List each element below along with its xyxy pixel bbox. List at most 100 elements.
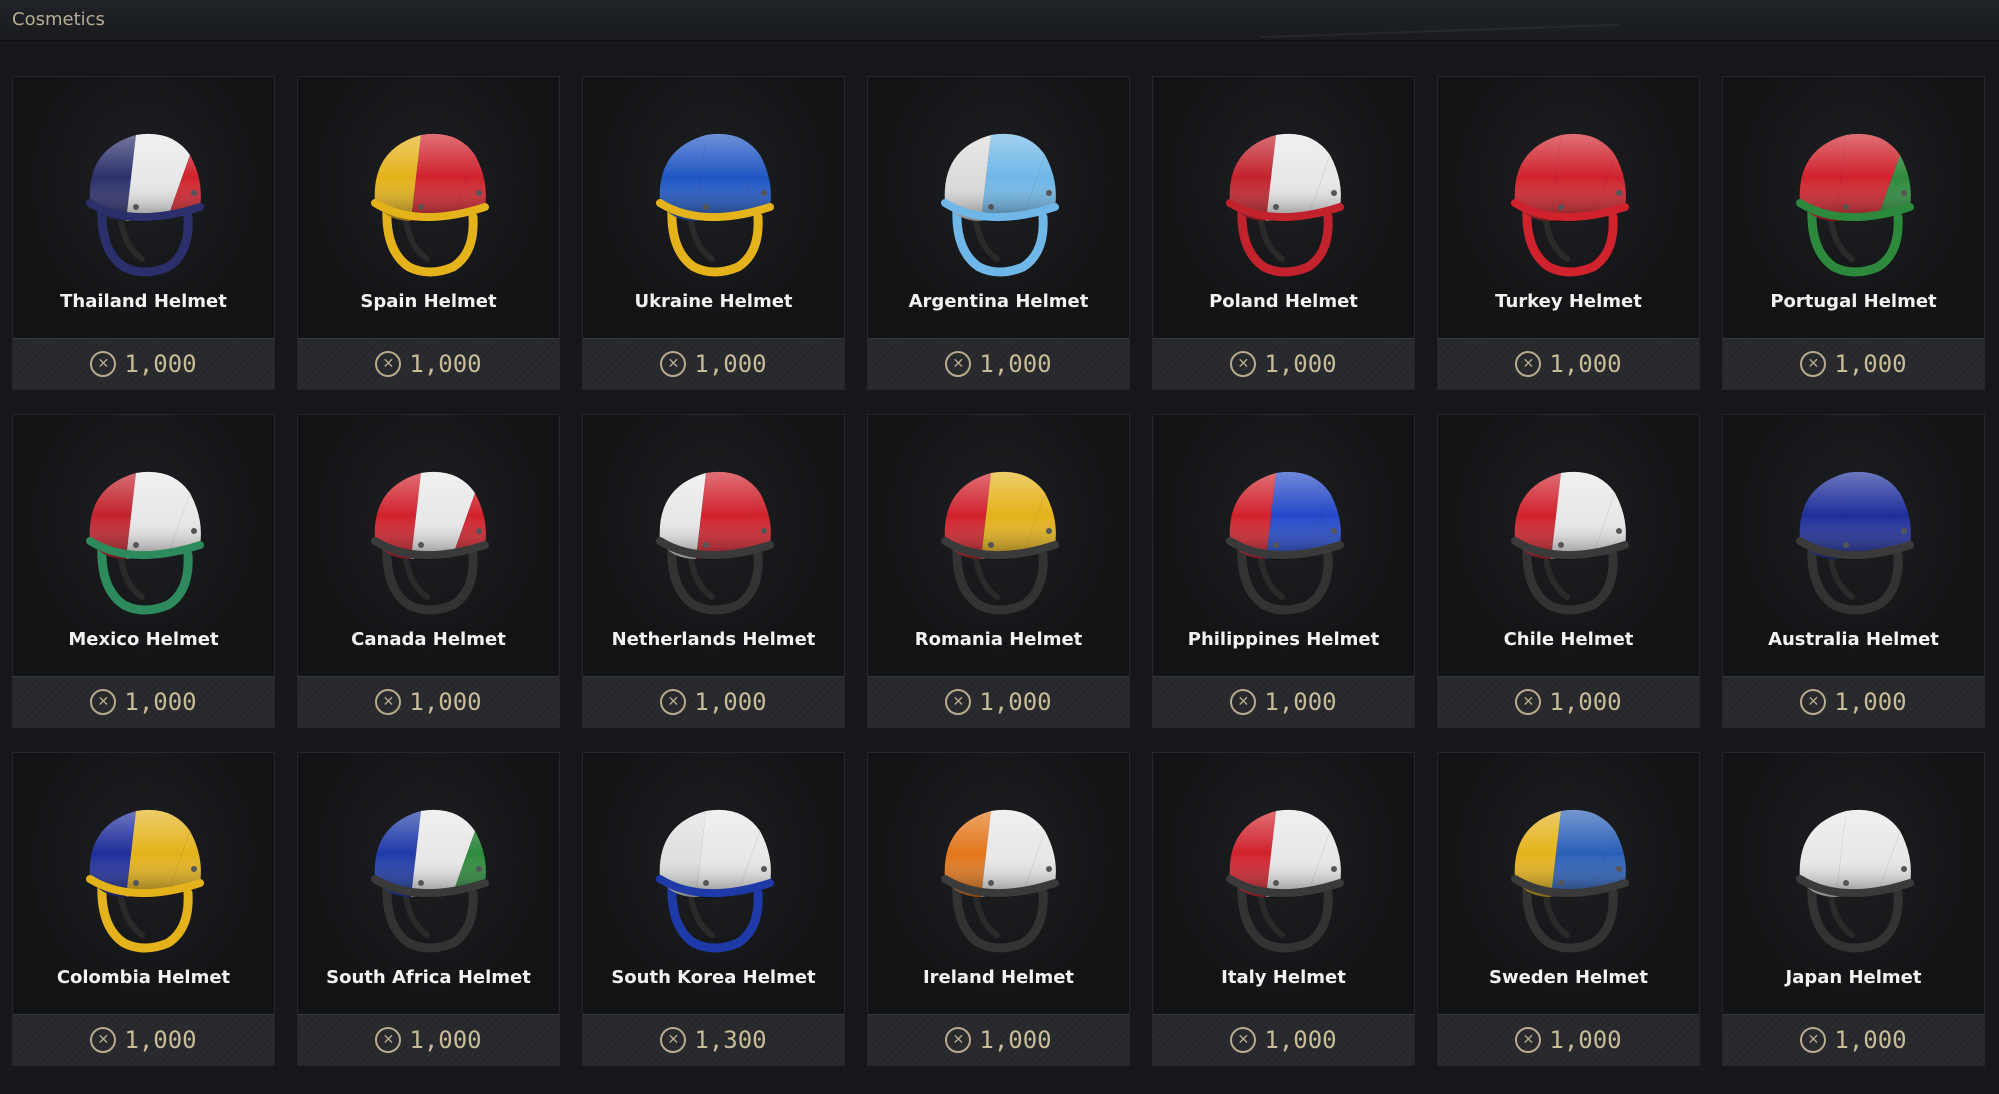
item-card-australia-helmet[interactable]: Australia Helmet ✕ 1,000 [1722, 414, 1985, 728]
item-card-colombia-helmet[interactable]: Colombia Helmet ✕ 1,000 [12, 752, 275, 1066]
price-bar[interactable]: ✕ 1,000 [1723, 676, 1984, 727]
helmet-icon [1510, 471, 1629, 615]
item-name: Netherlands Helmet [611, 629, 816, 650]
helmet-icon [1510, 133, 1629, 277]
item-name: Canada Helmet [351, 629, 506, 650]
item-card-chile-helmet[interactable]: Chile Helmet ✕ 1,000 [1437, 414, 1700, 728]
helmet-icon [940, 809, 1059, 953]
helmet-icon [1795, 809, 1914, 953]
helmet-icon [1225, 133, 1344, 277]
item-price: 1,000 [124, 350, 197, 378]
credits-coin-icon: ✕ [1515, 689, 1542, 715]
helmet-icon [940, 471, 1059, 615]
price-bar[interactable]: ✕ 1,000 [13, 1014, 274, 1065]
price-bar[interactable]: ✕ 1,000 [298, 338, 559, 389]
item-name: Mexico Helmet [68, 629, 219, 650]
item-card-canada-helmet[interactable]: Canada Helmet ✕ 1,000 [297, 414, 560, 728]
item-name: Australia Helmet [1768, 629, 1939, 650]
top-bar: Cosmetics [0, 0, 1999, 41]
item-card-portugal-helmet[interactable]: Portugal Helmet ✕ 1,000 [1722, 76, 1985, 390]
item-card-south-korea-helmet[interactable]: South Korea Helmet ✕ 1,300 [582, 752, 845, 1066]
credits-coin-icon: ✕ [90, 1027, 117, 1053]
item-card-italy-helmet[interactable]: Italy Helmet ✕ 1,000 [1152, 752, 1415, 1066]
price-bar[interactable]: ✕ 1,300 [583, 1014, 844, 1065]
price-bar[interactable]: ✕ 1,000 [13, 338, 274, 389]
item-card-south-africa-helmet[interactable]: South Africa Helmet ✕ 1,000 [297, 752, 560, 1066]
item-card-romania-helmet[interactable]: Romania Helmet ✕ 1,000 [867, 414, 1130, 728]
helmet-icon [655, 471, 774, 615]
item-price: 1,000 [1834, 1026, 1907, 1054]
helmet-icon [370, 471, 489, 615]
price-bar[interactable]: ✕ 1,000 [1438, 676, 1699, 727]
item-grid: Thailand Helmet ✕ 1,000 Spain Helmet ✕ 1… [12, 76, 1985, 1066]
price-bar[interactable]: ✕ 1,000 [298, 1014, 559, 1065]
helmet-icon [940, 133, 1059, 277]
credits-coin-icon: ✕ [945, 1027, 972, 1053]
helmet-icon [655, 809, 774, 953]
item-name: Spain Helmet [360, 291, 497, 312]
item-name: Argentina Helmet [908, 291, 1089, 312]
item-name: Ireland Helmet [922, 967, 1075, 988]
item-card-japan-helmet[interactable]: Japan Helmet ✕ 1,000 [1722, 752, 1985, 1066]
item-price: 1,000 [1834, 688, 1907, 716]
credits-coin-icon: ✕ [375, 1027, 402, 1053]
item-card-ireland-helmet[interactable]: Ireland Helmet ✕ 1,000 [867, 752, 1130, 1066]
credits-coin-icon: ✕ [1800, 689, 1827, 715]
item-name: Sweden Helmet [1489, 967, 1648, 988]
item-card-mexico-helmet[interactable]: Mexico Helmet ✕ 1,000 [12, 414, 275, 728]
item-card-ukraine-helmet[interactable]: Ukraine Helmet ✕ 1,000 [582, 76, 845, 390]
price-bar[interactable]: ✕ 1,000 [1153, 676, 1414, 727]
item-card-sweden-helmet[interactable]: Sweden Helmet ✕ 1,000 [1437, 752, 1700, 1066]
item-name: South Africa Helmet [326, 967, 531, 988]
credits-coin-icon: ✕ [90, 351, 117, 377]
item-card-spain-helmet[interactable]: Spain Helmet ✕ 1,000 [297, 76, 560, 390]
credits-coin-icon: ✕ [1230, 689, 1257, 715]
helmet-icon [1510, 809, 1629, 953]
credits-coin-icon: ✕ [1515, 1027, 1542, 1053]
item-card-poland-helmet[interactable]: Poland Helmet ✕ 1,000 [1152, 76, 1415, 390]
price-bar[interactable]: ✕ 1,000 [583, 676, 844, 727]
helmet-icon [370, 133, 489, 277]
item-card-netherlands-helmet[interactable]: Netherlands Helmet ✕ 1,000 [582, 414, 845, 728]
credits-coin-icon: ✕ [375, 351, 402, 377]
item-price: 1,000 [124, 1026, 197, 1054]
item-card-philippines-helmet[interactable]: Philippines Helmet ✕ 1,000 [1152, 414, 1415, 728]
helmet-icon [85, 809, 204, 953]
credits-coin-icon: ✕ [660, 351, 687, 377]
price-bar[interactable]: ✕ 1,000 [868, 676, 1129, 727]
item-name: Japan Helmet [1785, 967, 1922, 988]
page-title: Cosmetics [12, 9, 105, 30]
helmet-icon [655, 133, 774, 277]
helmet-icon [85, 471, 204, 615]
item-price: 1,000 [694, 350, 767, 378]
item-name: Italy Helmet [1221, 967, 1346, 988]
price-bar[interactable]: ✕ 1,000 [1438, 338, 1699, 389]
price-bar[interactable]: ✕ 1,000 [583, 338, 844, 389]
item-card-turkey-helmet[interactable]: Turkey Helmet ✕ 1,000 [1437, 76, 1700, 390]
item-price: 1,000 [1834, 350, 1907, 378]
price-bar[interactable]: ✕ 1,000 [1438, 1014, 1699, 1065]
item-price: 1,000 [694, 688, 767, 716]
item-name: Chile Helmet [1503, 629, 1634, 650]
price-bar[interactable]: ✕ 1,000 [1723, 1014, 1984, 1065]
item-card-argentina-helmet[interactable]: Argentina Helmet ✕ 1,000 [867, 76, 1130, 390]
price-bar[interactable]: ✕ 1,000 [298, 676, 559, 727]
item-name: Portugal Helmet [1770, 291, 1937, 312]
credits-coin-icon: ✕ [1230, 1027, 1257, 1053]
item-name: Thailand Helmet [60, 291, 227, 312]
price-bar[interactable]: ✕ 1,000 [13, 676, 274, 727]
helmet-icon [1795, 471, 1914, 615]
price-bar[interactable]: ✕ 1,000 [1723, 338, 1984, 389]
item-card-thailand-helmet[interactable]: Thailand Helmet ✕ 1,000 [12, 76, 275, 390]
helmet-icon [370, 809, 489, 953]
item-price: 1,000 [1549, 1026, 1622, 1054]
price-bar[interactable]: ✕ 1,000 [868, 1014, 1129, 1065]
credits-coin-icon: ✕ [1230, 351, 1257, 377]
helmet-icon [85, 133, 204, 277]
price-bar[interactable]: ✕ 1,000 [1153, 338, 1414, 389]
price-bar[interactable]: ✕ 1,000 [1153, 1014, 1414, 1065]
item-price: 1,000 [1549, 350, 1622, 378]
price-bar[interactable]: ✕ 1,000 [868, 338, 1129, 389]
decorative-scratch [1260, 23, 1620, 39]
item-name: South Korea Helmet [611, 967, 816, 988]
